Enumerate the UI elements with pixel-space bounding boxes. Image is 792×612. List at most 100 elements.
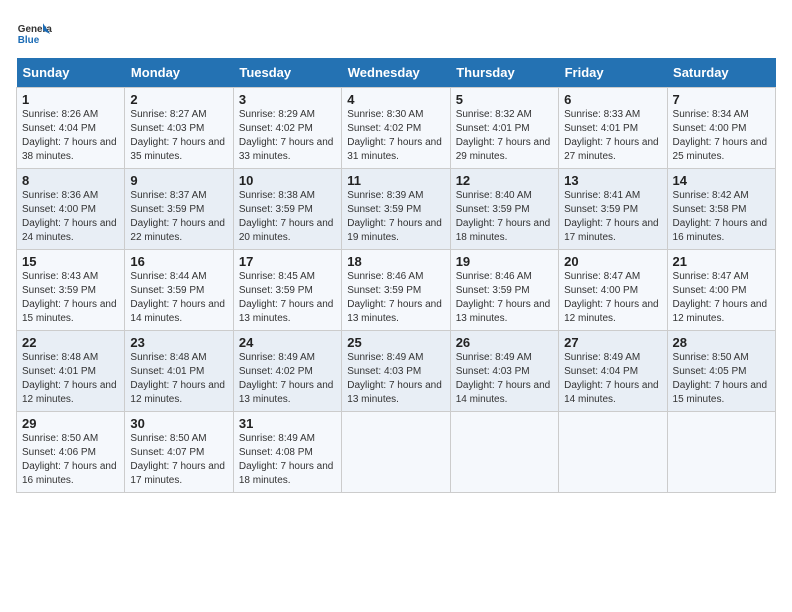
day-detail: Sunrise: 8:50 AMSunset: 4:06 PMDaylight:…: [22, 433, 117, 486]
calendar-week: 1 Sunrise: 8:26 AMSunset: 4:04 PMDayligh…: [17, 88, 776, 169]
calendar-cell: 5 Sunrise: 8:32 AMSunset: 4:01 PMDayligh…: [450, 88, 558, 169]
day-number: 3: [239, 92, 336, 107]
calendar-cell: 26 Sunrise: 8:49 AMSunset: 4:03 PMDaylig…: [450, 331, 558, 412]
day-number: 16: [130, 254, 227, 269]
day-detail: Sunrise: 8:37 AMSunset: 3:59 PMDaylight:…: [130, 190, 225, 243]
day-number: 26: [456, 335, 553, 350]
calendar-cell: 21 Sunrise: 8:47 AMSunset: 4:00 PMDaylig…: [667, 250, 775, 331]
day-detail: Sunrise: 8:46 AMSunset: 3:59 PMDaylight:…: [347, 271, 442, 324]
calendar-cell: 31 Sunrise: 8:49 AMSunset: 4:08 PMDaylig…: [233, 412, 341, 493]
day-detail: Sunrise: 8:30 AMSunset: 4:02 PMDaylight:…: [347, 109, 442, 162]
calendar-week: 22 Sunrise: 8:48 AMSunset: 4:01 PMDaylig…: [17, 331, 776, 412]
calendar-cell: 12 Sunrise: 8:40 AMSunset: 3:59 PMDaylig…: [450, 169, 558, 250]
calendar-cell: 28 Sunrise: 8:50 AMSunset: 4:05 PMDaylig…: [667, 331, 775, 412]
day-detail: Sunrise: 8:36 AMSunset: 4:00 PMDaylight:…: [22, 190, 117, 243]
day-number: 1: [22, 92, 119, 107]
day-detail: Sunrise: 8:47 AMSunset: 4:00 PMDaylight:…: [673, 271, 768, 324]
calendar-cell: 16 Sunrise: 8:44 AMSunset: 3:59 PMDaylig…: [125, 250, 233, 331]
day-number: 27: [564, 335, 661, 350]
day-detail: Sunrise: 8:34 AMSunset: 4:00 PMDaylight:…: [673, 109, 768, 162]
calendar-cell: 18 Sunrise: 8:46 AMSunset: 3:59 PMDaylig…: [342, 250, 450, 331]
day-number: 18: [347, 254, 444, 269]
day-detail: Sunrise: 8:40 AMSunset: 3:59 PMDaylight:…: [456, 190, 551, 243]
day-detail: Sunrise: 8:39 AMSunset: 3:59 PMDaylight:…: [347, 190, 442, 243]
page-header: General Blue: [16, 16, 776, 52]
day-number: 8: [22, 173, 119, 188]
calendar-body: 1 Sunrise: 8:26 AMSunset: 4:04 PMDayligh…: [17, 88, 776, 493]
day-detail: Sunrise: 8:50 AMSunset: 4:05 PMDaylight:…: [673, 352, 768, 405]
calendar-cell: [667, 412, 775, 493]
day-detail: Sunrise: 8:49 AMSunset: 4:04 PMDaylight:…: [564, 352, 659, 405]
day-detail: Sunrise: 8:43 AMSunset: 3:59 PMDaylight:…: [22, 271, 117, 324]
logo: General Blue: [16, 16, 52, 52]
calendar-cell: 15 Sunrise: 8:43 AMSunset: 3:59 PMDaylig…: [17, 250, 125, 331]
day-detail: Sunrise: 8:48 AMSunset: 4:01 PMDaylight:…: [130, 352, 225, 405]
calendar-cell: 7 Sunrise: 8:34 AMSunset: 4:00 PMDayligh…: [667, 88, 775, 169]
day-number: 10: [239, 173, 336, 188]
day-number: 7: [673, 92, 770, 107]
header-day: Sunday: [17, 58, 125, 88]
day-detail: Sunrise: 8:44 AMSunset: 3:59 PMDaylight:…: [130, 271, 225, 324]
header-day: Tuesday: [233, 58, 341, 88]
day-detail: Sunrise: 8:49 AMSunset: 4:03 PMDaylight:…: [347, 352, 442, 405]
day-number: 23: [130, 335, 227, 350]
day-number: 28: [673, 335, 770, 350]
day-number: 5: [456, 92, 553, 107]
day-detail: Sunrise: 8:38 AMSunset: 3:59 PMDaylight:…: [239, 190, 334, 243]
day-detail: Sunrise: 8:32 AMSunset: 4:01 PMDaylight:…: [456, 109, 551, 162]
day-number: 12: [456, 173, 553, 188]
day-number: 9: [130, 173, 227, 188]
day-detail: Sunrise: 8:50 AMSunset: 4:07 PMDaylight:…: [130, 433, 225, 486]
calendar-cell: 23 Sunrise: 8:48 AMSunset: 4:01 PMDaylig…: [125, 331, 233, 412]
day-number: 30: [130, 416, 227, 431]
day-detail: Sunrise: 8:29 AMSunset: 4:02 PMDaylight:…: [239, 109, 334, 162]
day-number: 29: [22, 416, 119, 431]
header-day: Thursday: [450, 58, 558, 88]
day-number: 13: [564, 173, 661, 188]
calendar-cell: [342, 412, 450, 493]
header-day: Saturday: [667, 58, 775, 88]
day-number: 22: [22, 335, 119, 350]
calendar-cell: 3 Sunrise: 8:29 AMSunset: 4:02 PMDayligh…: [233, 88, 341, 169]
calendar-cell: 4 Sunrise: 8:30 AMSunset: 4:02 PMDayligh…: [342, 88, 450, 169]
day-number: 14: [673, 173, 770, 188]
calendar-week: 29 Sunrise: 8:50 AMSunset: 4:06 PMDaylig…: [17, 412, 776, 493]
day-number: 31: [239, 416, 336, 431]
calendar-cell: 24 Sunrise: 8:49 AMSunset: 4:02 PMDaylig…: [233, 331, 341, 412]
calendar-cell: 9 Sunrise: 8:37 AMSunset: 3:59 PMDayligh…: [125, 169, 233, 250]
calendar-cell: [450, 412, 558, 493]
calendar-header: SundayMondayTuesdayWednesdayThursdayFrid…: [17, 58, 776, 88]
calendar-cell: 20 Sunrise: 8:47 AMSunset: 4:00 PMDaylig…: [559, 250, 667, 331]
day-detail: Sunrise: 8:26 AMSunset: 4:04 PMDaylight:…: [22, 109, 117, 162]
day-detail: Sunrise: 8:41 AMSunset: 3:59 PMDaylight:…: [564, 190, 659, 243]
header-day: Wednesday: [342, 58, 450, 88]
calendar-cell: 19 Sunrise: 8:46 AMSunset: 3:59 PMDaylig…: [450, 250, 558, 331]
day-detail: Sunrise: 8:27 AMSunset: 4:03 PMDaylight:…: [130, 109, 225, 162]
day-detail: Sunrise: 8:33 AMSunset: 4:01 PMDaylight:…: [564, 109, 659, 162]
calendar-cell: 25 Sunrise: 8:49 AMSunset: 4:03 PMDaylig…: [342, 331, 450, 412]
calendar-cell: 1 Sunrise: 8:26 AMSunset: 4:04 PMDayligh…: [17, 88, 125, 169]
calendar-cell: 27 Sunrise: 8:49 AMSunset: 4:04 PMDaylig…: [559, 331, 667, 412]
day-detail: Sunrise: 8:49 AMSunset: 4:08 PMDaylight:…: [239, 433, 334, 486]
day-number: 24: [239, 335, 336, 350]
day-detail: Sunrise: 8:46 AMSunset: 3:59 PMDaylight:…: [456, 271, 551, 324]
header-row: SundayMondayTuesdayWednesdayThursdayFrid…: [17, 58, 776, 88]
day-number: 4: [347, 92, 444, 107]
day-detail: Sunrise: 8:49 AMSunset: 4:03 PMDaylight:…: [456, 352, 551, 405]
calendar-week: 8 Sunrise: 8:36 AMSunset: 4:00 PMDayligh…: [17, 169, 776, 250]
day-number: 6: [564, 92, 661, 107]
calendar-week: 15 Sunrise: 8:43 AMSunset: 3:59 PMDaylig…: [17, 250, 776, 331]
day-detail: Sunrise: 8:42 AMSunset: 3:58 PMDaylight:…: [673, 190, 768, 243]
calendar-cell: 8 Sunrise: 8:36 AMSunset: 4:00 PMDayligh…: [17, 169, 125, 250]
day-number: 11: [347, 173, 444, 188]
calendar-table: SundayMondayTuesdayWednesdayThursdayFrid…: [16, 58, 776, 493]
header-day: Friday: [559, 58, 667, 88]
logo-icon: General Blue: [16, 16, 52, 52]
day-detail: Sunrise: 8:45 AMSunset: 3:59 PMDaylight:…: [239, 271, 334, 324]
day-detail: Sunrise: 8:49 AMSunset: 4:02 PMDaylight:…: [239, 352, 334, 405]
calendar-cell: 6 Sunrise: 8:33 AMSunset: 4:01 PMDayligh…: [559, 88, 667, 169]
day-detail: Sunrise: 8:47 AMSunset: 4:00 PMDaylight:…: [564, 271, 659, 324]
day-number: 25: [347, 335, 444, 350]
day-number: 21: [673, 254, 770, 269]
calendar-cell: 11 Sunrise: 8:39 AMSunset: 3:59 PMDaylig…: [342, 169, 450, 250]
